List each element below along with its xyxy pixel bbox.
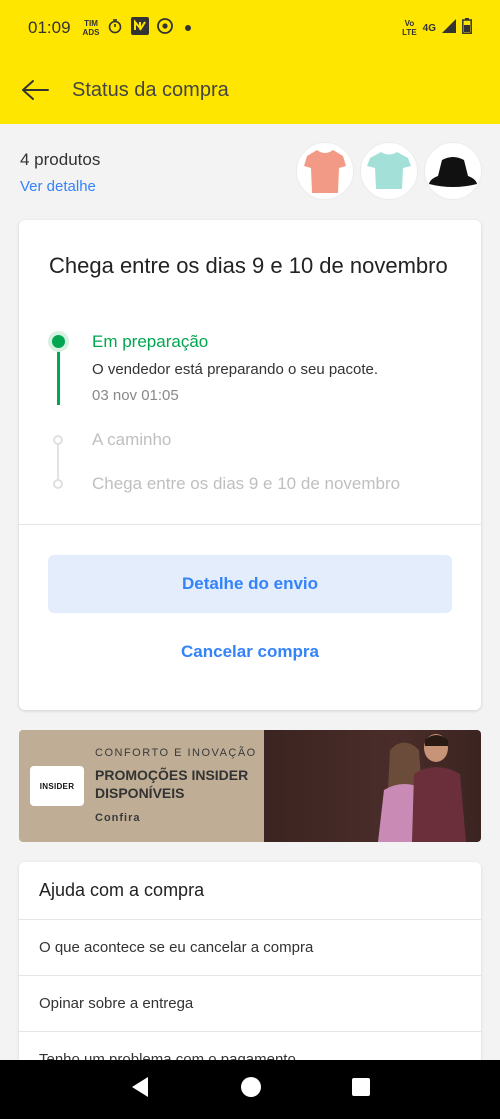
shipping-detail-button[interactable]: Detalhe do envio <box>48 555 452 613</box>
arrow-left-icon <box>22 80 49 100</box>
app-n-icon <box>131 16 150 40</box>
step-title-on-the-way: A caminho <box>92 430 172 449</box>
bucket-hat-icon <box>429 157 477 187</box>
product-thumb-bucket-hat[interactable] <box>424 142 482 200</box>
nav-back-icon[interactable] <box>130 1076 150 1103</box>
product-thumbnails[interactable] <box>296 142 482 200</box>
timeline-dot-pending <box>53 479 63 489</box>
system-nav-bar <box>0 1060 500 1119</box>
page-title: Status da compra <box>72 78 229 101</box>
cancel-purchase-button[interactable]: Cancelar compra <box>48 630 452 674</box>
chrome-icon <box>157 17 174 39</box>
help-item-cancel[interactable]: O que acontece se eu cancelar a compra <box>19 919 481 975</box>
banner-text-area: INSIDER CONFORTO E INOVAÇÃO PROMOÇÕES IN… <box>19 730 264 842</box>
timer-icon <box>107 18 123 39</box>
shipment-status-card: Chega entre os dias 9 e 10 de novembro E… <box>19 220 481 710</box>
notification-dot-icon <box>185 25 192 31</box>
tshirt-icon <box>304 150 346 193</box>
help-item-label: Opinar sobre a entrega <box>39 995 194 1012</box>
banner-photo <box>264 730 481 842</box>
status-bar: 01:09 TIM ADS Vo LTE 4G <box>0 0 500 56</box>
product-thumb-mint-tshirt[interactable] <box>360 142 418 200</box>
timeline-dot-active <box>48 331 69 352</box>
carrier-line1: TIM <box>84 19 98 28</box>
help-item-delivery-feedback[interactable]: Opinar sobre a entrega <box>19 975 481 1031</box>
back-button[interactable] <box>20 75 50 105</box>
nav-home-icon[interactable] <box>240 1076 262 1103</box>
see-detail-link[interactable]: Ver detalhe <box>20 178 96 195</box>
products-summary: 4 produtos Ver detalhe <box>20 140 482 202</box>
network-type: 4G <box>422 22 436 34</box>
carrier-line2: ADS <box>82 28 100 37</box>
product-count: 4 produtos <box>20 150 101 169</box>
volte-label: Vo LTE <box>402 19 417 37</box>
carrier-label: TIM ADS <box>83 19 100 37</box>
nav-recents-icon[interactable] <box>352 1078 370 1101</box>
step-title-arrival: Chega entre os dias 9 e 10 de novembro <box>92 474 401 493</box>
clock: 01:09 <box>28 18 71 37</box>
banner-headline: PROMOÇÕES INSIDER DISPONÍVEIS <box>95 767 249 801</box>
signal-icon <box>442 18 456 38</box>
network-line2: LTE <box>402 28 417 37</box>
banner-kicker: CONFORTO E INOVAÇÃO <box>95 747 257 759</box>
step-title-preparation: Em preparação <box>92 332 209 351</box>
purchase-help-card: Ajuda com a compra O que acontece se eu … <box>19 862 481 1082</box>
timeline-line-completed <box>57 350 60 405</box>
divider <box>19 524 481 525</box>
promo-banner[interactable]: INSIDER CONFORTO E INOVAÇÃO PROMOÇÕES IN… <box>19 730 481 842</box>
step-description: O vendedor está preparando o seu pacote. <box>92 361 379 378</box>
help-title: Ajuda com a compra <box>39 880 205 900</box>
tshirt-icon <box>367 152 411 189</box>
models-photo-illustration <box>378 734 466 842</box>
banner-cta[interactable]: Confira <box>95 812 141 824</box>
product-thumb-salmon-tshirt[interactable] <box>296 142 354 200</box>
insider-logo: INSIDER <box>30 766 84 806</box>
app-header: Status da compra <box>0 56 500 124</box>
timeline-dot-pending <box>53 435 63 445</box>
help-item-label: O que acontece se eu cancelar a compra <box>39 939 314 956</box>
status-right: Vo LTE 4G <box>402 17 472 39</box>
delivery-estimate-title: Chega entre os dias 9 e 10 de novembro <box>49 253 448 278</box>
battery-icon <box>462 17 472 39</box>
step-date: 03 nov 01:05 <box>92 387 179 404</box>
network-line1: Vo <box>404 19 415 28</box>
